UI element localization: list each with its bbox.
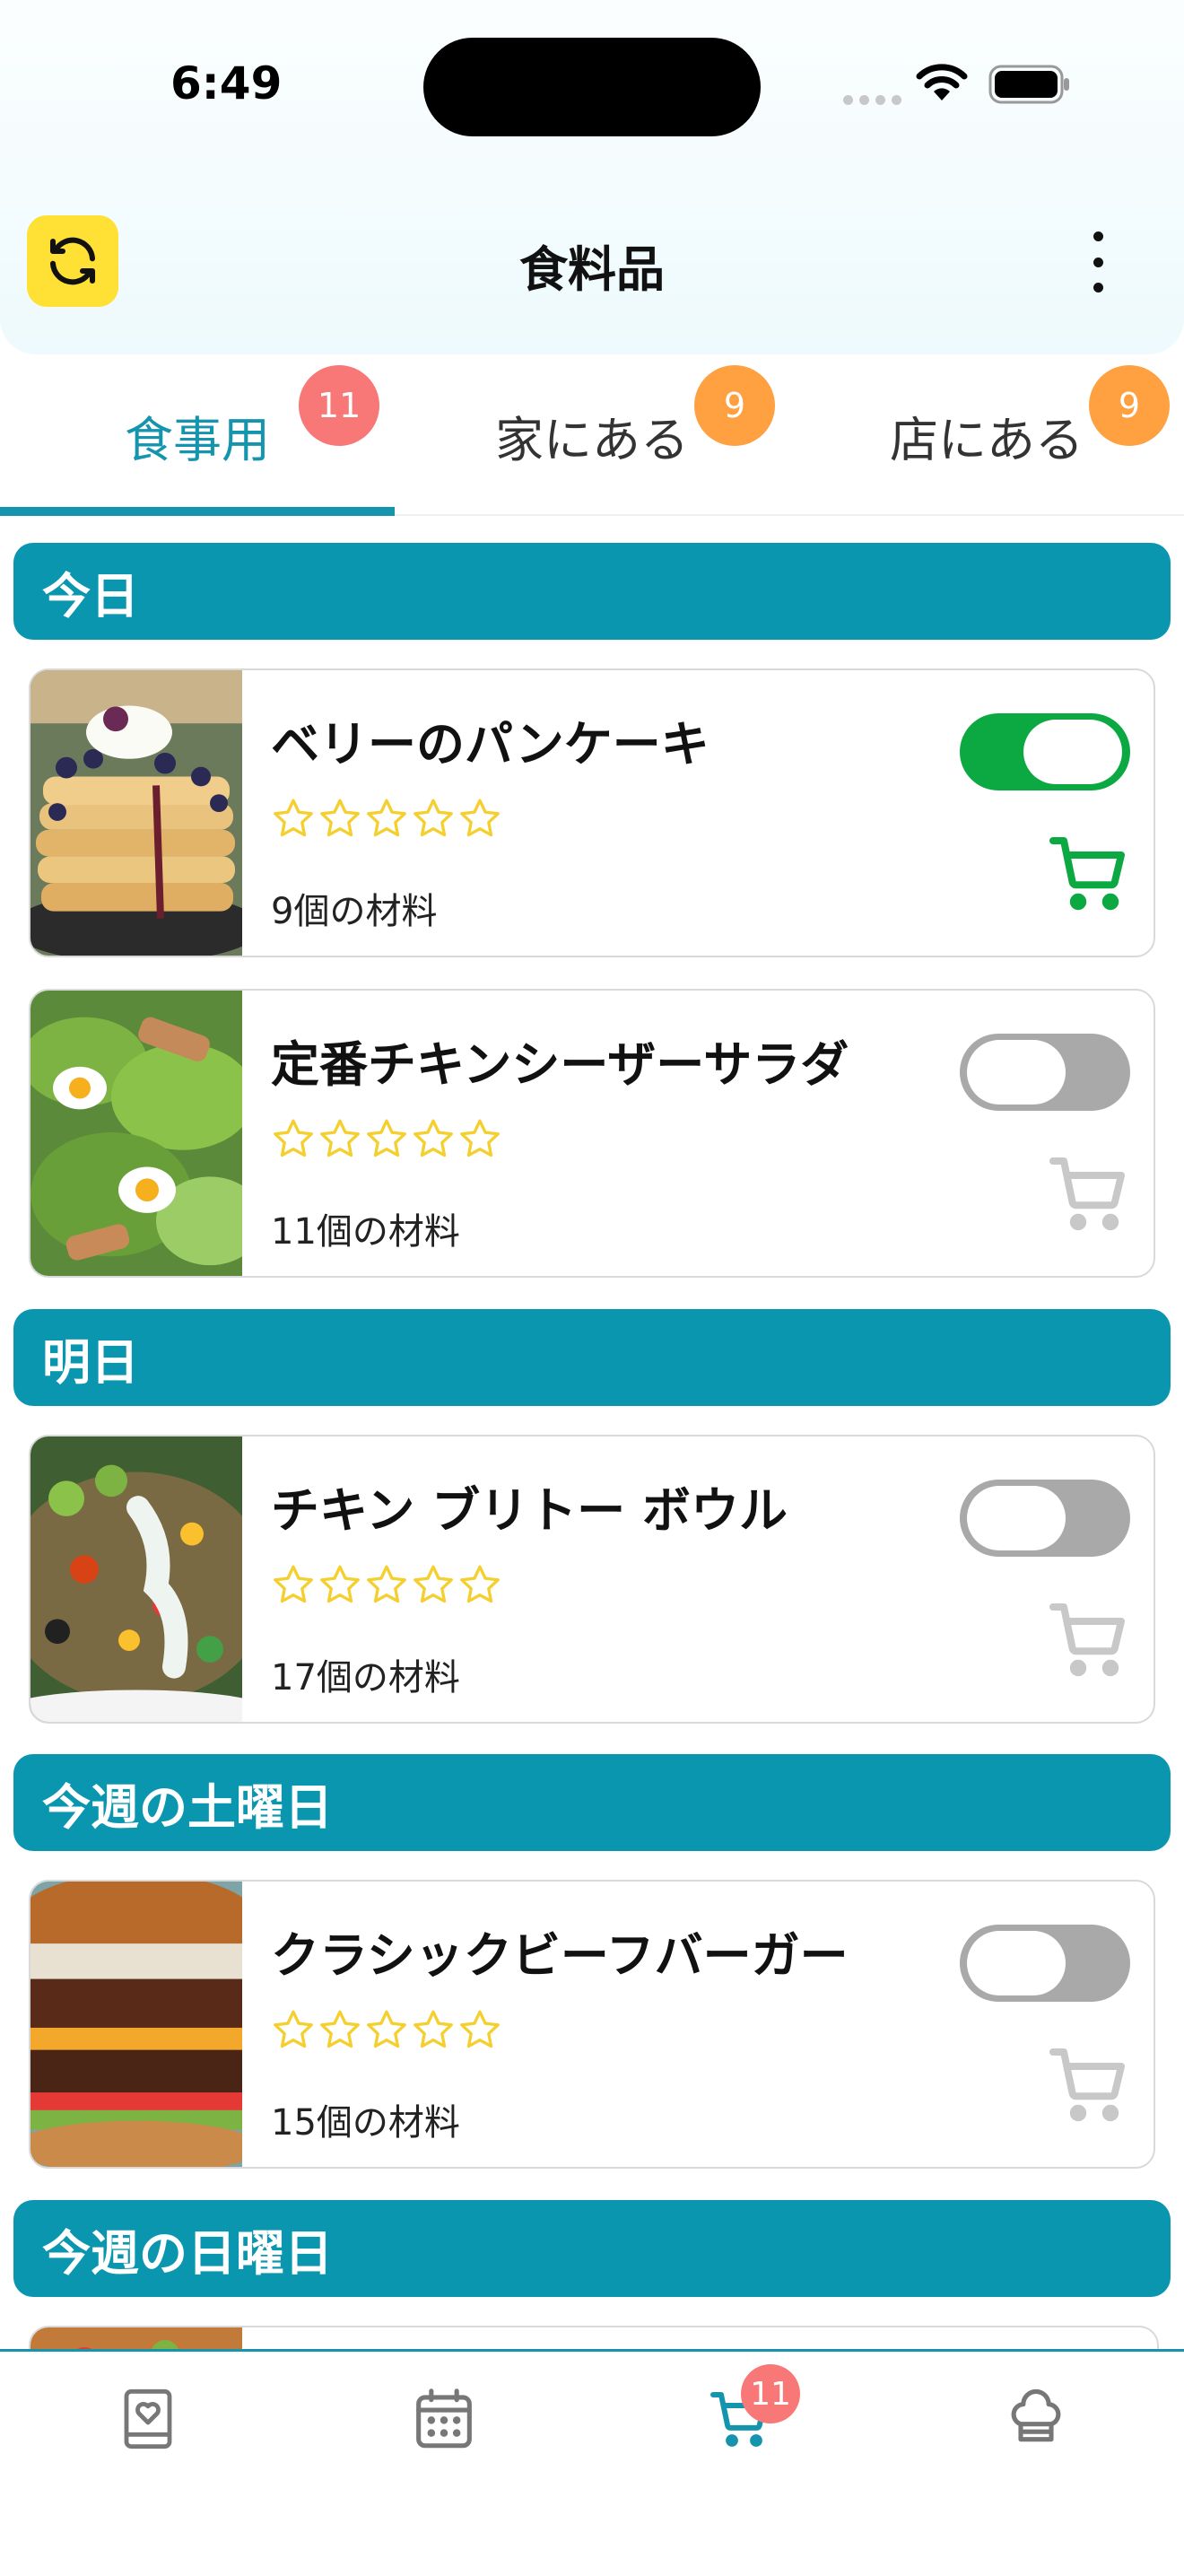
nav-grocery[interactable] bbox=[592, 2352, 888, 2486]
meal-card[interactable]: チキン ブリトー ボウル 17個の材料 bbox=[29, 1435, 1155, 1724]
star-icon[interactable] bbox=[271, 1562, 316, 1607]
star-icon[interactable] bbox=[271, 2007, 316, 2052]
dynamic-island bbox=[423, 38, 761, 136]
star-icon[interactable] bbox=[318, 1116, 362, 1161]
star-icon[interactable] bbox=[457, 2007, 502, 2052]
star-icon[interactable] bbox=[411, 1562, 456, 1607]
ingredient-count: 15個の材料 bbox=[271, 2102, 460, 2144]
star-icon[interactable] bbox=[364, 1562, 409, 1607]
more-options-icon[interactable] bbox=[1076, 231, 1119, 293]
cart-icon[interactable] bbox=[1046, 830, 1132, 916]
star-icon[interactable] bbox=[411, 796, 456, 841]
calendar-icon bbox=[416, 2388, 472, 2449]
ingredient-count: 17個の材料 bbox=[271, 1657, 460, 1698]
pancake-photo bbox=[30, 670, 242, 956]
meal-title: 定番チキンシーザーサラダ bbox=[271, 1036, 849, 1093]
cart-icon[interactable] bbox=[1046, 2041, 1132, 2127]
tab-count-badge: 11 bbox=[299, 365, 379, 446]
star-icon[interactable] bbox=[411, 1116, 456, 1161]
rating-stars[interactable] bbox=[271, 1116, 502, 1161]
status-icons bbox=[834, 61, 1076, 115]
section-header-today: 今日 bbox=[13, 543, 1171, 640]
wifi-icon bbox=[916, 64, 968, 100]
cellular-signal-icon bbox=[843, 95, 901, 105]
active-tab-indicator bbox=[0, 507, 395, 516]
section-header-sunday: 今週の日曜日 bbox=[13, 2200, 1171, 2297]
meal-card[interactable]: クラシックビーフバーガー 15個の材料 bbox=[29, 1880, 1155, 2169]
meal-card[interactable]: ベリーのパンケーキ 9個の材料 bbox=[29, 668, 1155, 957]
rating-stars[interactable] bbox=[271, 1562, 502, 1607]
star-icon[interactable] bbox=[271, 796, 316, 841]
cart-count-badge: 11 bbox=[741, 2364, 800, 2423]
tab-label: 家にある bbox=[495, 411, 689, 468]
tab-label: 食事用 bbox=[125, 411, 270, 468]
burrito-bowl-photo bbox=[30, 1436, 242, 1722]
tab-count-badge: 9 bbox=[1089, 365, 1170, 446]
page-title: 食料品 bbox=[519, 241, 665, 298]
tab-bar: 食事用 11 家にある 9 店にある 9 bbox=[0, 354, 1184, 516]
star-icon[interactable] bbox=[364, 2007, 409, 2052]
cart-icon[interactable] bbox=[1046, 1596, 1132, 1682]
section-header-tomorrow: 明日 bbox=[13, 1309, 1171, 1406]
tab-count-badge: 9 bbox=[694, 365, 775, 446]
star-icon[interactable] bbox=[271, 1116, 316, 1161]
ingredient-count: 11個の材料 bbox=[271, 1211, 460, 1253]
star-icon[interactable] bbox=[457, 796, 502, 841]
burger-photo bbox=[30, 1882, 242, 2167]
salad-photo bbox=[30, 991, 242, 1276]
star-icon[interactable] bbox=[318, 2007, 362, 2052]
cart-icon[interactable] bbox=[1046, 1150, 1132, 1236]
star-icon[interactable] bbox=[364, 1116, 409, 1161]
star-icon[interactable] bbox=[457, 1116, 502, 1161]
recipe-book-icon bbox=[124, 2388, 172, 2449]
tab-at-store[interactable]: 店にある 9 bbox=[789, 354, 1184, 516]
add-to-list-toggle[interactable] bbox=[960, 1480, 1130, 1557]
nav-calendar[interactable] bbox=[296, 2352, 592, 2486]
ingredient-count: 9個の材料 bbox=[271, 891, 438, 932]
nav-chef[interactable] bbox=[888, 2352, 1184, 2486]
star-icon[interactable] bbox=[318, 1562, 362, 1607]
meal-card[interactable]: 定番チキンシーザーサラダ 11個の材料 bbox=[29, 989, 1155, 1278]
rating-stars[interactable] bbox=[271, 2007, 502, 2052]
bottom-navigation: 11 bbox=[0, 2349, 1184, 2576]
meal-title: チキン ブリトー ボウル bbox=[271, 1482, 788, 1539]
tab-at-home[interactable]: 家にある 9 bbox=[395, 354, 789, 516]
add-to-list-toggle[interactable] bbox=[960, 1925, 1130, 2002]
battery-icon bbox=[988, 65, 1069, 104]
tab-for-meals[interactable]: 食事用 11 bbox=[0, 354, 395, 516]
nav-recipes[interactable] bbox=[0, 2352, 296, 2486]
star-icon[interactable] bbox=[411, 2007, 456, 2052]
status-time: 6:49 bbox=[170, 57, 283, 109]
meal-title: ベリーのパンケーキ bbox=[271, 716, 710, 773]
meal-title: クラシックビーフバーガー bbox=[271, 1927, 849, 1984]
rating-stars[interactable] bbox=[271, 796, 502, 841]
star-icon[interactable] bbox=[318, 796, 362, 841]
header-area: 6:49 食料品 bbox=[0, 0, 1184, 354]
chef-hat-icon bbox=[1011, 2388, 1061, 2442]
add-to-list-toggle[interactable] bbox=[960, 713, 1130, 790]
add-to-list-toggle[interactable] bbox=[960, 1034, 1130, 1111]
star-icon[interactable] bbox=[364, 796, 409, 841]
section-header-saturday: 今週の土曜日 bbox=[13, 1754, 1171, 1851]
tab-label: 店にある bbox=[890, 411, 1084, 468]
star-icon[interactable] bbox=[457, 1562, 502, 1607]
